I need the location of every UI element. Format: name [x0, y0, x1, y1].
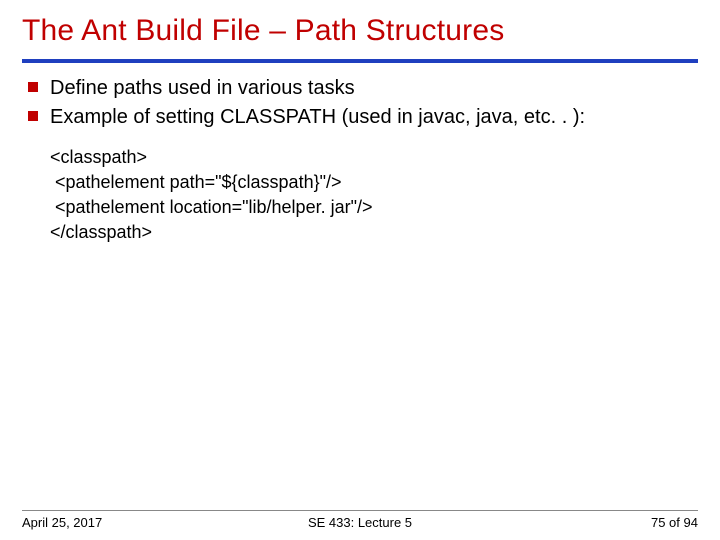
- footer-course: SE 433: Lecture 5: [247, 515, 472, 530]
- slide-title: The Ant Build File – Path Structures: [22, 14, 698, 49]
- bullet-text: Example of setting CLASSPATH (used in ja…: [50, 106, 585, 128]
- bullet-item: Example of setting CLASSPATH (used in ja…: [26, 104, 698, 131]
- bullet-list: Define paths used in various tasks Examp…: [22, 75, 698, 131]
- bullet-square-icon: [28, 111, 38, 121]
- code-line: </classpath>: [50, 222, 152, 242]
- footer-page: 75 of 94: [473, 515, 698, 530]
- code-line: <pathelement location="lib/helper. jar"/…: [50, 197, 373, 217]
- footer: April 25, 2017 SE 433: Lecture 5 75 of 9…: [0, 510, 720, 530]
- bullet-text: Define paths used in various tasks: [50, 77, 355, 99]
- code-block: <classpath> <pathelement path="${classpa…: [22, 145, 698, 246]
- footer-date: April 25, 2017: [22, 515, 247, 530]
- slide: The Ant Build File – Path Structures Def…: [0, 0, 720, 540]
- code-line: <pathelement path="${classpath}"/>: [50, 172, 342, 192]
- title-underline: [22, 59, 698, 63]
- code-line: <classpath>: [50, 147, 147, 167]
- footer-row: April 25, 2017 SE 433: Lecture 5 75 of 9…: [22, 515, 698, 530]
- bullet-square-icon: [28, 82, 38, 92]
- bullet-item: Define paths used in various tasks: [26, 75, 698, 102]
- footer-rule: [22, 510, 698, 511]
